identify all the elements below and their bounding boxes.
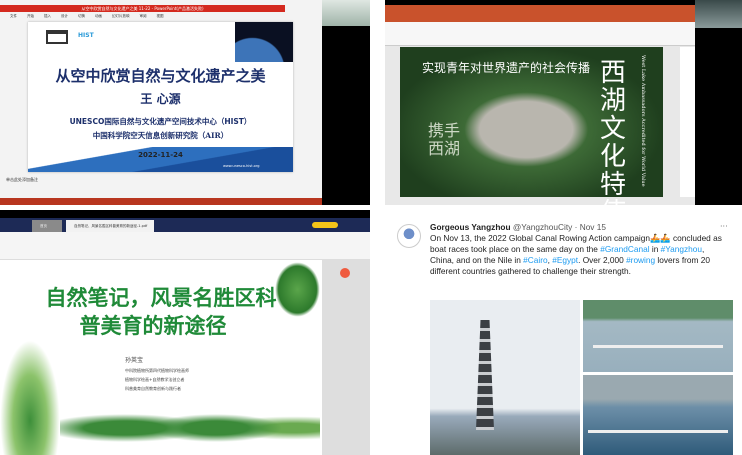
hashtag-link[interactable]: #rowing [626, 255, 655, 265]
black-area [695, 28, 742, 205]
hashtag-link[interactable]: #Egypt [552, 255, 578, 265]
author-desc: 中科院植物所第四代植物科学绘画师 [125, 368, 189, 373]
pagoda-photo[interactable] [430, 300, 580, 455]
tab-bar: 首页 自然笔记、风景名胜区科普美育的新途径-1.pdf [0, 218, 370, 232]
window-title: 从空中欣赏自然与文化遗产之美 11-22 - PowerPoint(产品激活失败… [0, 5, 285, 12]
title-bar [385, 5, 695, 22]
webcam-video [695, 0, 742, 28]
rowing-photo[interactable] [583, 375, 733, 455]
rowing-photo[interactable] [583, 300, 733, 372]
tweet-screen: ··· Gorgeous Yangzhou @YangzhouCity · No… [385, 210, 742, 455]
webcam-video [322, 0, 370, 26]
handle[interactable]: @YangzhouCity [513, 222, 572, 232]
pdf-reader-screen: 首页 自然笔记、风景名胜区科普美育的新途径-1.pdf 自然笔记，风景名胜区科 … [0, 210, 370, 455]
organization: 中国科学院空天信息创新研究院（AIR） [92, 131, 229, 140]
author-desc: 植物科学绘画+自然教学法创立者 [125, 377, 185, 382]
satellite-image [235, 22, 293, 62]
menu-item[interactable]: 切换 [78, 12, 85, 20]
avatar[interactable] [397, 224, 421, 248]
slide-subtitle: 实现青年对世界遗产的社会传播 [422, 61, 591, 75]
slide: 实现青年对世界遗产的社会传播 西湖文化特使 West Lake Ambassad… [400, 47, 663, 205]
menu-item[interactable]: 幻灯片放映 [112, 12, 130, 20]
website: www.unesco-hist.org [223, 164, 260, 168]
boats [593, 345, 723, 348]
author: 孙英宝 [125, 357, 144, 364]
menu-item[interactable]: 文件 [10, 12, 17, 20]
status-bar [0, 198, 322, 205]
tweet-text: . Over 2,000 [578, 255, 627, 265]
side-pane [680, 47, 695, 197]
hashtag-link[interactable]: #Cairo [523, 255, 547, 265]
hist-logo: HIST [78, 32, 94, 39]
tweet-date[interactable]: Nov 15 [580, 222, 606, 232]
boats [588, 430, 728, 433]
menu-item[interactable]: 开始 [27, 12, 34, 20]
speaker-name: 王 心源 [140, 92, 181, 106]
slide-title-line1: 自然笔记，风景名胜区科 [45, 286, 277, 310]
menu-item[interactable]: 审阅 [140, 12, 147, 20]
tweet-text: in [649, 244, 661, 254]
leaf-illustration [275, 262, 320, 317]
menu-item[interactable]: 设计 [61, 12, 68, 20]
notes-placeholder[interactable]: 单击此处添加备注 [6, 177, 38, 183]
tab-pdf[interactable]: 自然笔记、风景名胜区科普美育的新途径-1.pdf [66, 220, 154, 232]
calligraphy: 携手西湖 [428, 121, 461, 158]
menu-item[interactable]: 动画 [95, 12, 102, 20]
menu-item[interactable]: 视图 [157, 12, 164, 20]
side-pane [322, 260, 370, 455]
toolbar [0, 232, 370, 260]
english-title: West Lake Ambassadors Accredited for Wor… [640, 55, 646, 187]
floating-button[interactable] [340, 268, 350, 278]
display-name[interactable]: Gorgeous Yangzhou [430, 222, 511, 232]
tab-home[interactable]: 首页 [32, 220, 62, 232]
plant-illustration [0, 340, 60, 455]
ppt-westlake-screen: 实现青年对世界遗产的社会传播 西湖文化特使 West Lake Ambassad… [385, 0, 742, 205]
slide: HIST 从空中欣赏自然与文化遗产之美 王 心源 UNESCO国际自然与文化遗产… [28, 22, 293, 172]
unesco-logo [46, 30, 68, 44]
slide-title: 从空中欣赏自然与文化遗产之美 [55, 67, 266, 85]
pagoda [476, 320, 494, 430]
plant-illustration [60, 395, 320, 450]
slide-title-line2: 普美育的新途径 [79, 314, 227, 338]
tweet: Gorgeous Yangzhou @YangzhouCity · Nov 15… [430, 222, 722, 276]
black-bar [0, 210, 370, 218]
ppt-hist-screen: 从空中欣赏自然与文化遗产之美 11-22 - PowerPoint(产品激活失败… [0, 0, 370, 205]
hashtag-link[interactable]: #Yangzhou [661, 244, 702, 254]
vip-badge[interactable] [312, 222, 338, 228]
black-area [322, 26, 370, 205]
organization: UNESCO国际自然与文化遗产空间技术中心（HIST） [69, 117, 252, 126]
menu-item[interactable]: 插入 [44, 12, 51, 20]
slide-title: 西湖文化特使 [600, 58, 627, 205]
ribbon-menu: 文件 开始 插入 设计 切换 动画 幻灯片放映 审阅 视图 [0, 12, 322, 20]
ribbon [385, 22, 695, 46]
author-desc: 科普美育自然教育创新与践行者 [125, 386, 181, 391]
slide-date: 2022-11-24 [138, 151, 183, 159]
hashtag-link[interactable]: #GrandCanal [600, 244, 649, 254]
